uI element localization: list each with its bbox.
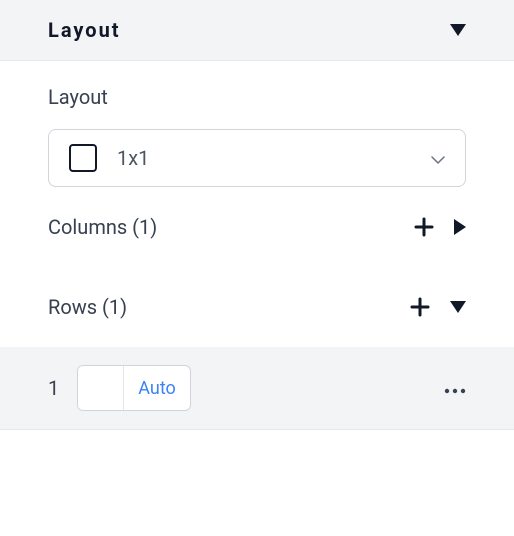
- add-column-button[interactable]: [414, 217, 434, 237]
- layout-select[interactable]: 1x1: [48, 129, 466, 187]
- row-index: 1: [48, 376, 59, 400]
- panel-header[interactable]: Layout: [0, 0, 514, 61]
- rows-actions: [410, 297, 466, 317]
- columns-row: Columns (1): [0, 187, 514, 267]
- columns-actions: [414, 217, 466, 237]
- row-size-input[interactable]: [78, 366, 124, 410]
- columns-label: Columns (1): [48, 215, 157, 239]
- row-item: 1 Auto: [0, 347, 514, 430]
- collapse-icon: [450, 24, 466, 36]
- grid-1x1-icon: [69, 144, 97, 172]
- rows-label: Rows (1): [48, 295, 127, 319]
- chevron-down-icon: [431, 149, 445, 168]
- expand-columns-icon[interactable]: [454, 219, 466, 235]
- panel-title: Layout: [48, 18, 121, 42]
- row-item-left: 1 Auto: [48, 365, 191, 411]
- layout-section: Layout 1x1: [0, 61, 514, 187]
- row-size-mode[interactable]: Auto: [124, 378, 190, 399]
- add-row-button[interactable]: [410, 297, 430, 317]
- collapse-rows-icon[interactable]: [450, 301, 466, 313]
- row-size-field[interactable]: Auto: [77, 365, 191, 411]
- layout-label: Layout: [48, 85, 466, 109]
- row-more-button[interactable]: [444, 379, 466, 398]
- layout-select-value: 1x1: [117, 146, 431, 170]
- rows-row: Rows (1): [0, 267, 514, 347]
